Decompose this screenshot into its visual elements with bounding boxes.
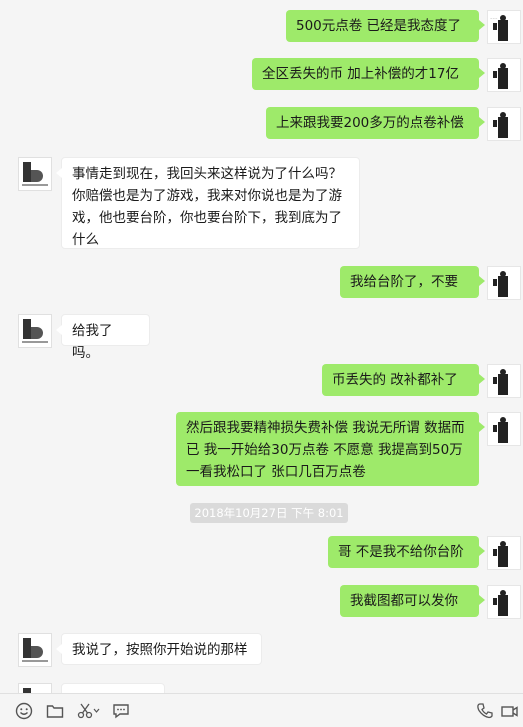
message-bubble-mine[interactable]: 哥 不是我不给你台阶 bbox=[328, 536, 485, 568]
chat-message-list[interactable]: 500元点卷 已经是我态度了 ~~~ 全区丢失的币 加上补偿的才17亿 上来跟我… bbox=[0, 0, 523, 693]
phone-icon[interactable] bbox=[475, 701, 495, 721]
message-bubble-mine[interactable]: 然后跟我要精神损失费补偿 我说无所谓 数据而已 我一开始给30万点卷 不愿意 我… bbox=[176, 412, 485, 486]
avatar-contact[interactable] bbox=[18, 157, 52, 191]
avatar-contact[interactable] bbox=[18, 314, 52, 348]
avatar-contact[interactable] bbox=[18, 633, 52, 667]
input-toolbar bbox=[0, 693, 523, 727]
message-bubble-contact[interactable]: 给我了吗。 bbox=[56, 314, 150, 361]
message-bubble-mine[interactable]: 我给台阶了，不要 bbox=[340, 266, 485, 298]
avatar-self[interactable] bbox=[487, 412, 521, 446]
scissors-icon[interactable] bbox=[76, 701, 102, 721]
avatar-self[interactable] bbox=[487, 107, 521, 141]
video-call-icon[interactable] bbox=[500, 701, 520, 721]
emoji-icon[interactable] bbox=[14, 701, 34, 721]
avatar-self[interactable] bbox=[487, 536, 521, 570]
svg-text:~~~: ~~~ bbox=[490, 16, 498, 20]
message-bubble-contact[interactable]: 事情走到现在，我回头来这样说为了什么吗？你赔偿也是为了游戏，我来对你说也是为了游… bbox=[56, 157, 360, 249]
avatar-contact[interactable] bbox=[18, 683, 52, 693]
message-bubble-contact[interactable]: 我说了，按照你开始说的那样 bbox=[56, 633, 262, 665]
message-bubble-mine[interactable]: 币丢失的 改补都补了 bbox=[322, 364, 485, 396]
avatar-self[interactable] bbox=[487, 266, 521, 300]
avatar-self[interactable]: ~~~ bbox=[487, 10, 521, 44]
message-bubble-mine[interactable]: 我截图都可以发你 bbox=[340, 585, 485, 617]
message-bubble-mine[interactable]: 500元点卷 已经是我态度了 bbox=[286, 10, 485, 42]
chat-history-icon[interactable] bbox=[111, 701, 131, 721]
message-timestamp: 2018年10月27日 下午 8:01 bbox=[190, 503, 348, 523]
message-bubble-mine[interactable]: 全区丢失的币 加上补偿的才17亿 bbox=[252, 58, 485, 90]
message-bubble-contact[interactable] bbox=[61, 683, 165, 693]
avatar-self[interactable] bbox=[487, 58, 521, 92]
avatar-self[interactable] bbox=[487, 585, 521, 619]
message-bubble-mine[interactable]: 上来跟我要200多万的点卷补偿 bbox=[266, 107, 485, 139]
avatar-self[interactable] bbox=[487, 364, 521, 398]
folder-icon[interactable] bbox=[45, 701, 65, 721]
